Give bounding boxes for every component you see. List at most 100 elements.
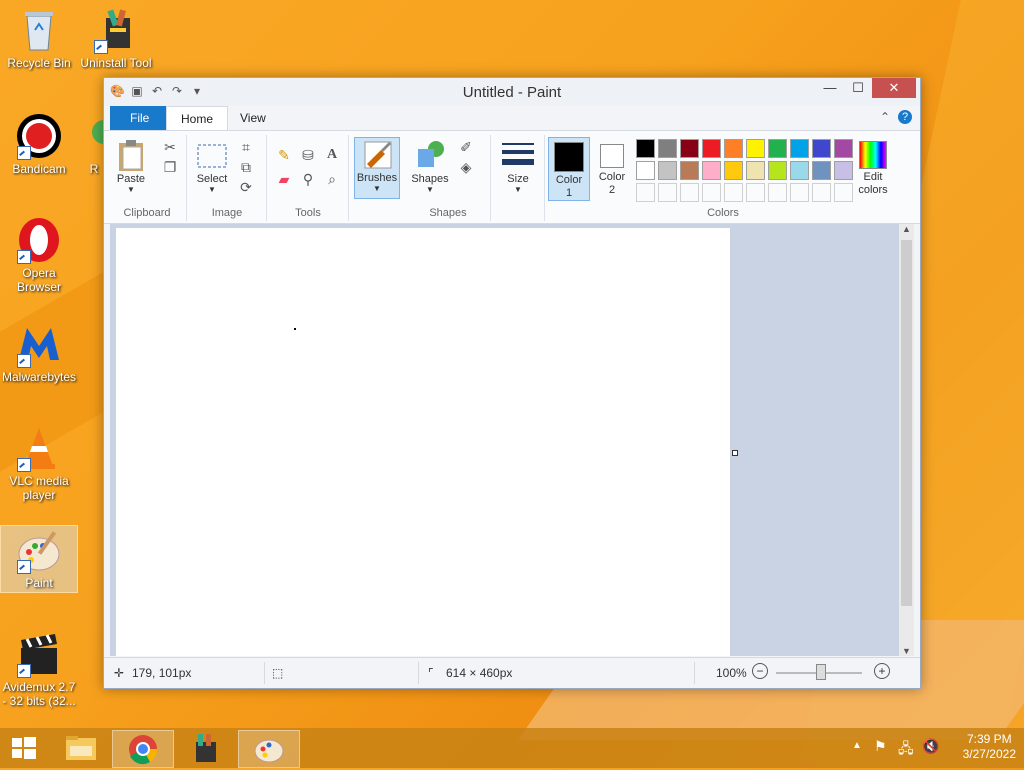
zoom-in-button[interactable]: + [874,663,890,679]
paste-icon [115,139,147,171]
desktop-icon-partial[interactable]: R [84,112,104,176]
shapes-button[interactable]: Shapes ▼ [410,139,450,194]
palette-color-swatch[interactable] [658,161,677,180]
drawing-canvas[interactable] [116,228,730,656]
scrollbar-thumb[interactable] [901,240,912,606]
palette-color-swatch[interactable] [724,139,743,158]
palette-color-swatch[interactable] [658,139,677,158]
palette-color-swatch[interactable] [746,139,765,158]
size-icon [502,139,534,171]
resize-icon[interactable]: ⧉ [238,159,254,175]
scroll-up-icon[interactable]: ▲ [899,224,914,234]
palette-color-swatch[interactable] [702,161,721,180]
tab-file[interactable]: File [110,106,170,130]
collapse-ribbon-icon[interactable]: ⌃ [880,110,890,124]
desktop-icon-opera[interactable]: Opera Browser [1,216,77,294]
palette-custom-slot[interactable] [636,183,655,202]
desktop-icon-avidemux[interactable]: Avidemux 2.7 - 32 bits (32... [1,630,77,708]
tray-expand-icon[interactable]: ▲ [852,740,862,751]
taskbar-uninstall-tool[interactable] [176,730,236,766]
group-brushes: Brushes ▼ [352,135,404,221]
zoom-slider-thumb[interactable] [816,664,826,680]
palette-color-swatch[interactable] [680,139,699,158]
color1-button[interactable]: Color 1 [548,137,590,201]
palette-color-swatch[interactable] [812,139,831,158]
close-button[interactable]: ✕ [872,78,916,98]
network-icon[interactable]: 🖧 [898,738,914,762]
copy-icon[interactable]: ❐ [162,159,178,175]
palette-custom-slot[interactable] [812,183,831,202]
crop-icon[interactable]: ⌗ [238,139,254,155]
palette-color-swatch[interactable] [724,161,743,180]
cut-icon[interactable]: ✂ [162,139,178,155]
title-bar[interactable]: 🎨 ▣ ↶ ↷ ▾ Untitled - Paint — ☐ ✕ [104,78,920,106]
help-icon[interactable]: ? [898,110,912,124]
palette-custom-slot[interactable] [834,183,853,202]
taskbar-file-explorer[interactable] [50,730,110,766]
palette-color-swatch[interactable] [636,139,655,158]
palette-color-swatch[interactable] [768,139,787,158]
palette-custom-slot[interactable] [680,183,699,202]
palette-custom-slot[interactable] [768,183,787,202]
edit-colors-button[interactable]: Edit colors [852,137,894,199]
fill-icon[interactable]: ⛁ [300,147,316,163]
chrome-icon [129,735,158,765]
fill-shape-icon[interactable]: ◈ [458,159,474,175]
palette-custom-slot[interactable] [746,183,765,202]
desktop-icon-label: VLC media player [9,474,69,502]
palette-color-swatch[interactable] [834,139,853,158]
taskbar-chrome[interactable] [112,730,174,768]
palette-color-swatch[interactable] [702,139,721,158]
select-button[interactable]: Select ▼ [192,139,232,194]
magnifier-icon[interactable]: ⌕ [324,171,340,187]
clock[interactable]: 7:39 PM 3/27/2022 [963,732,1016,762]
text-icon[interactable]: A [324,147,340,163]
desktop-icon-uninstall-tool[interactable]: Uninstall Tool [78,6,154,70]
minimize-button[interactable]: — [816,78,844,98]
color-picker-icon[interactable]: ⚲ [300,171,316,187]
palette-color-swatch[interactable] [834,161,853,180]
pencil-icon[interactable]: ✎ [276,147,292,163]
scroll-down-icon[interactable]: ▼ [899,646,914,656]
dropdown-arrow-icon: ▼ [514,185,522,194]
size-button[interactable]: Size ▼ [496,139,540,194]
palette-color-swatch[interactable] [768,161,787,180]
tab-view[interactable]: View [226,106,280,130]
palette-color-swatch[interactable] [790,139,809,158]
maximize-button[interactable]: ☐ [844,78,872,98]
desktop-icon-malwarebytes[interactable]: Malwarebytes [1,320,77,384]
zoom-out-button[interactable]: − [752,663,768,679]
palette-color-swatch[interactable] [680,161,699,180]
action-center-icon[interactable]: ⚑ [874,738,887,755]
palette-color-swatch[interactable] [812,161,831,180]
edit-colors-label-2: colors [858,184,888,196]
palette-custom-slot[interactable] [790,183,809,202]
palette-color-swatch[interactable] [746,161,765,180]
palette-custom-slot[interactable] [658,183,677,202]
rotate-icon[interactable]: ⟳ [238,179,254,195]
tab-home[interactable]: Home [166,106,229,131]
cursor-position: 179, 101px [132,666,192,680]
taskbar-paint[interactable] [238,730,300,768]
canvas-area[interactable] [110,224,900,656]
paste-button[interactable]: Paste ▼ [112,139,150,194]
color2-button[interactable]: Color 2 [592,137,632,199]
palette-custom-slot[interactable] [724,183,743,202]
desktop-icon-vlc[interactable]: VLC media player [1,424,77,502]
group-label: Shapes [429,207,467,219]
desktop-icon-paint[interactable]: Paint [0,525,78,593]
vertical-scrollbar[interactable]: ▲ ▼ [899,224,914,656]
desktop-icon-recycle-bin[interactable]: Recycle Bin [1,6,77,70]
outline-icon[interactable]: ✐ [458,139,474,155]
palette-custom-slot[interactable] [702,183,721,202]
drawn-dot [294,328,296,330]
paint-window[interactable]: 🎨 ▣ ↶ ↷ ▾ Untitled - Paint — ☐ ✕ File Ho… [103,77,921,689]
eraser-icon[interactable]: ▰ [276,171,292,187]
resize-handle-right[interactable] [732,450,738,456]
volume-icon[interactable]: 🔇 [922,738,939,755]
palette-color-swatch[interactable] [790,161,809,180]
start-button[interactable] [0,730,48,766]
desktop-icon-bandicam[interactable]: Bandicam [1,112,77,176]
brushes-button[interactable]: Brushes ▼ [354,137,400,199]
palette-color-swatch[interactable] [636,161,655,180]
